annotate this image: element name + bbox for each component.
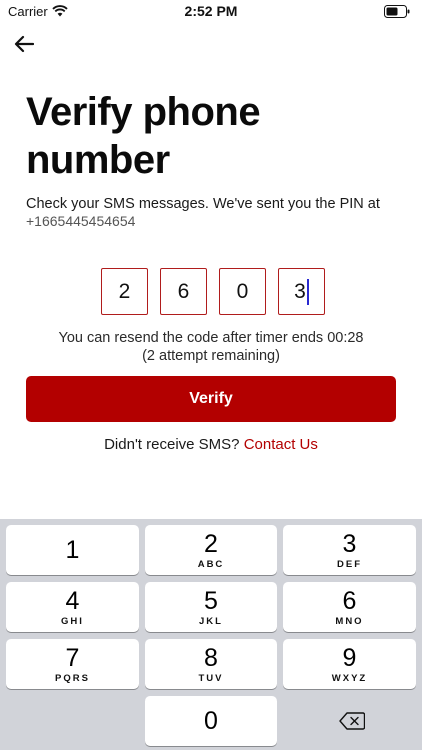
key-6[interactable]: 6 MNO xyxy=(283,582,416,632)
timer-text: You can resend the code after timer ends… xyxy=(58,330,364,346)
attempts-text: (2 attempt remaining) xyxy=(142,348,280,364)
back-arrow-icon xyxy=(14,35,34,53)
key-7[interactable]: 7 PQRS xyxy=(6,639,139,689)
backspace-icon xyxy=(339,712,365,730)
key-4[interactable]: 4 GHI xyxy=(6,582,139,632)
pin-digit-4[interactable]: 3 xyxy=(278,268,325,315)
key-1[interactable]: 1 xyxy=(6,525,139,575)
battery-icon xyxy=(384,5,410,18)
key-3[interactable]: 3 DEF xyxy=(283,525,416,575)
instructions-text: Check your SMS messages. We've sent you … xyxy=(26,196,380,212)
key-2[interactable]: 2 ABC xyxy=(145,525,277,575)
status-time: 2:52 PM xyxy=(184,3,238,19)
pin-digit-1[interactable]: 2 xyxy=(101,268,148,315)
key-8[interactable]: 8 TUV xyxy=(145,639,277,689)
help-prompt: Didn't receive SMS? xyxy=(104,436,240,453)
pin-input-group[interactable]: 2 6 0 3 xyxy=(101,268,325,315)
status-bar: Carrier 2:52 PM xyxy=(0,0,422,24)
verify-button[interactable]: Verify xyxy=(26,376,396,422)
key-0[interactable]: 0 xyxy=(145,696,277,746)
help-line: Didn't receive SMS? Contact Us xyxy=(0,436,422,453)
phone-number: +1665445454654 xyxy=(26,213,136,229)
key-5[interactable]: 5 JKL xyxy=(145,582,277,632)
text-cursor xyxy=(306,278,309,305)
key-9[interactable]: 9 WXYZ xyxy=(283,639,416,689)
contact-us-link[interactable]: Contact Us xyxy=(244,436,318,453)
page-title: Verify phone number xyxy=(26,90,261,182)
pin-digit-3[interactable]: 0 xyxy=(219,268,266,315)
resend-timer: You can resend the code after timer ends… xyxy=(0,329,422,365)
pin-digit-2[interactable]: 6 xyxy=(160,268,207,315)
backspace-button[interactable] xyxy=(330,708,374,734)
back-button[interactable] xyxy=(10,31,38,57)
